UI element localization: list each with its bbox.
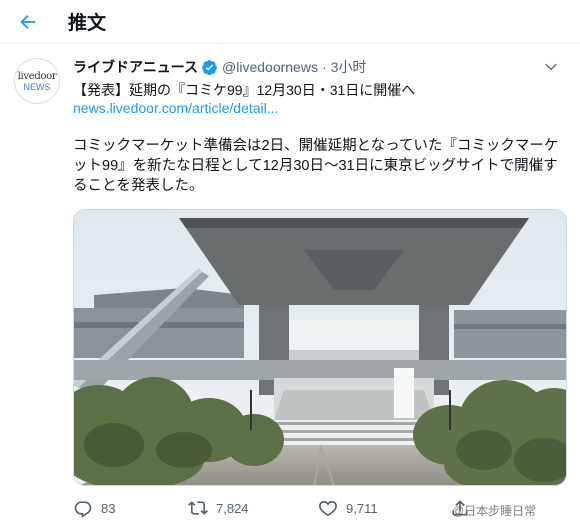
heart-icon <box>319 500 337 517</box>
avatar[interactable]: livedoor NEWS <box>14 58 60 104</box>
author-handle[interactable]: @livedoornews <box>222 59 318 75</box>
page-title: 推文 <box>68 13 107 34</box>
big-sight-photo <box>74 210 566 485</box>
retweet-count: 7,824 <box>216 500 249 516</box>
reply-count: 83 <box>101 500 116 516</box>
avatar-logo-subtext: NEWS <box>23 81 51 92</box>
tweet: livedoor NEWS ライブドアニュース @livedoornews · … <box>0 44 580 527</box>
watermark: @日本步睡日常 <box>452 504 537 518</box>
tweet-header: ライブドアニュース @livedoornews · 3小时 <box>73 57 366 77</box>
author-name[interactable]: ライブドアニュース <box>73 57 198 77</box>
like-count: 9,711 <box>346 500 378 516</box>
tweet-headline: 【発表】延期の『コミケ99』12月30日・31日に開催へ <box>73 82 416 98</box>
tweet-time[interactable]: 3小时 <box>331 57 367 77</box>
chevron-down-icon <box>545 63 557 71</box>
like-button[interactable]: 9,711 <box>318 498 450 518</box>
back-button[interactable] <box>12 6 44 38</box>
reply-button[interactable]: 83 <box>73 498 188 518</box>
tweet-image[interactable] <box>73 209 567 486</box>
retweet-icon <box>188 501 208 515</box>
top-bar: 推文 <box>0 0 580 44</box>
arrow-left-icon <box>20 14 36 30</box>
verified-badge-icon <box>202 59 217 75</box>
article-link[interactable]: news.livedoor.com/article/detail... <box>73 100 278 116</box>
separator-dot: · <box>321 59 327 75</box>
avatar-logo-text: livedoor <box>17 70 57 82</box>
more-options-button[interactable] <box>536 56 566 78</box>
reply-icon <box>74 501 92 518</box>
tweet-body: コミックマーケット準備会は2日、開催延期となっていた『コミックマーケット99』を… <box>73 138 559 194</box>
retweet-button[interactable]: 7,824 <box>188 498 318 518</box>
